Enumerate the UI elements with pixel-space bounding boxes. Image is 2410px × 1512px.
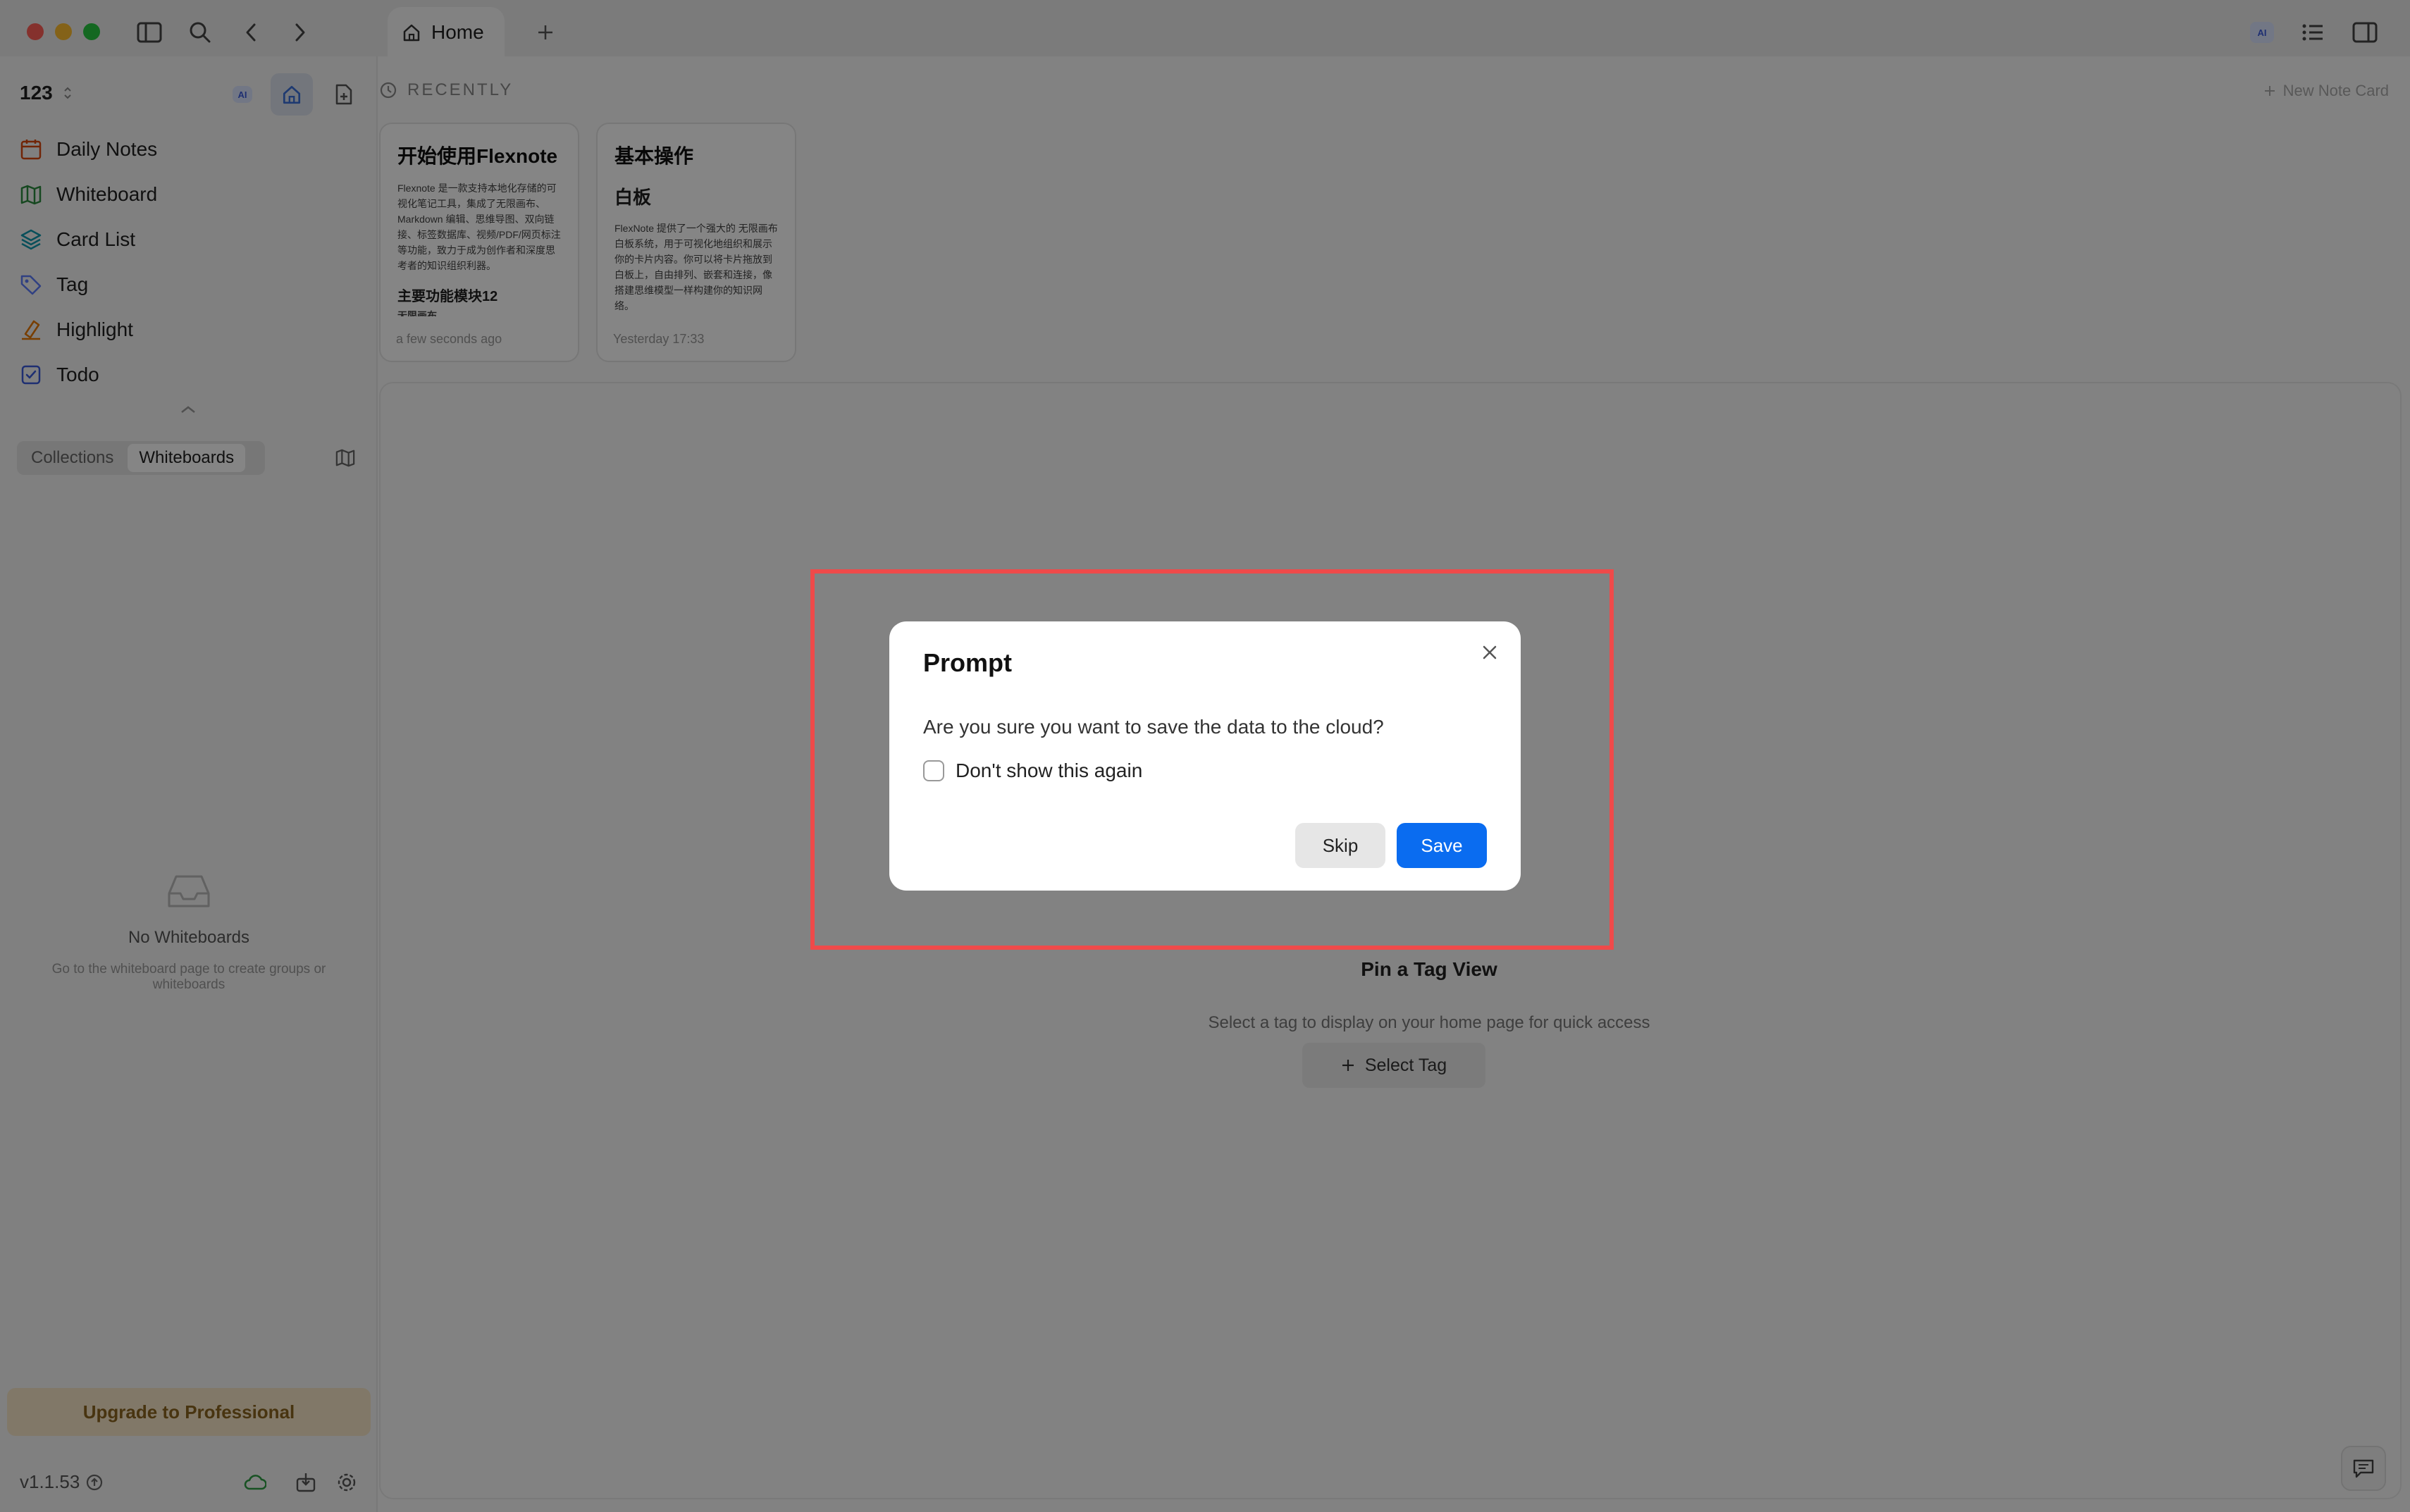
dont-show-again-label: Don't show this again <box>956 760 1143 781</box>
close-icon[interactable] <box>1474 637 1505 668</box>
dont-show-again-checkbox[interactable] <box>923 760 944 781</box>
dont-show-again-option[interactable]: Don't show this again <box>923 760 1142 782</box>
save-button[interactable]: Save <box>1397 823 1487 868</box>
prompt-dialog: Prompt Are you sure you want to save the… <box>889 621 1521 891</box>
skip-button[interactable]: Skip <box>1295 823 1385 868</box>
dialog-message: Are you sure you want to save the data t… <box>923 716 1384 738</box>
dialog-title: Prompt <box>923 648 1012 677</box>
